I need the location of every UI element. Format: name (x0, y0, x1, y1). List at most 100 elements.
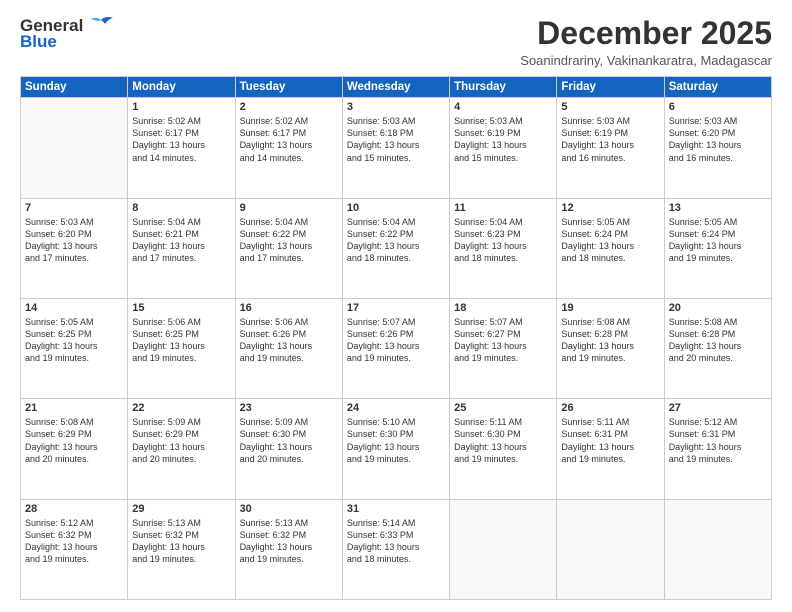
calendar-cell (664, 499, 771, 599)
day-number: 17 (347, 302, 445, 314)
day-number: 27 (669, 402, 767, 414)
day-info: Sunrise: 5:04 AM Sunset: 6:21 PM Dayligh… (132, 216, 230, 265)
day-info: Sunrise: 5:08 AM Sunset: 6:28 PM Dayligh… (669, 316, 767, 365)
day-header-friday: Friday (557, 77, 664, 98)
day-number: 30 (240, 503, 338, 515)
calendar-header-row: SundayMondayTuesdayWednesdayThursdayFrid… (21, 77, 772, 98)
calendar-cell: 23 Sunrise: 5:09 AM Sunset: 6:30 PM Dayli… (235, 399, 342, 499)
day-number: 8 (132, 202, 230, 214)
day-number: 21 (25, 402, 123, 414)
calendar-cell: 30 Sunrise: 5:13 AM Sunset: 6:32 PM Dayli… (235, 499, 342, 599)
day-info: Sunrise: 5:14 AM Sunset: 6:33 PM Dayligh… (347, 517, 445, 566)
page: General Blue December 2025 Soanindrariny… (0, 0, 792, 612)
title-block: December 2025 Soanindrariny, Vakinankara… (520, 16, 772, 68)
calendar-cell: 18 Sunrise: 5:07 AM Sunset: 6:27 PM Dayli… (450, 298, 557, 398)
day-number: 24 (347, 402, 445, 414)
day-number: 26 (561, 402, 659, 414)
calendar-cell: 1 Sunrise: 5:02 AM Sunset: 6:17 PM Daylig… (128, 98, 235, 198)
day-number: 18 (454, 302, 552, 314)
calendar-cell: 2 Sunrise: 5:02 AM Sunset: 6:17 PM Daylig… (235, 98, 342, 198)
day-info: Sunrise: 5:03 AM Sunset: 6:20 PM Dayligh… (669, 115, 767, 164)
calendar-cell: 7 Sunrise: 5:03 AM Sunset: 6:20 PM Daylig… (21, 198, 128, 298)
day-info: Sunrise: 5:07 AM Sunset: 6:26 PM Dayligh… (347, 316, 445, 365)
day-info: Sunrise: 5:12 AM Sunset: 6:31 PM Dayligh… (669, 416, 767, 465)
calendar-cell: 6 Sunrise: 5:03 AM Sunset: 6:20 PM Daylig… (664, 98, 771, 198)
day-info: Sunrise: 5:03 AM Sunset: 6:19 PM Dayligh… (561, 115, 659, 164)
day-number: 1 (132, 101, 230, 113)
calendar-cell: 10Sunrise: 5:04 AM Sunset: 6:22 PM Dayli… (342, 198, 449, 298)
day-number: 9 (240, 202, 338, 214)
day-info: Sunrise: 5:08 AM Sunset: 6:28 PM Dayligh… (561, 316, 659, 365)
day-info: Sunrise: 5:12 AM Sunset: 6:32 PM Dayligh… (25, 517, 123, 566)
logo-bird-icon (87, 16, 115, 36)
day-number: 22 (132, 402, 230, 414)
calendar-cell: 8 Sunrise: 5:04 AM Sunset: 6:21 PM Daylig… (128, 198, 235, 298)
calendar-cell: 15Sunrise: 5:06 AM Sunset: 6:25 PM Dayli… (128, 298, 235, 398)
day-info: Sunrise: 5:04 AM Sunset: 6:22 PM Dayligh… (240, 216, 338, 265)
day-info: Sunrise: 5:04 AM Sunset: 6:23 PM Dayligh… (454, 216, 552, 265)
calendar-cell: 14Sunrise: 5:05 AM Sunset: 6:25 PM Dayli… (21, 298, 128, 398)
day-info: Sunrise: 5:10 AM Sunset: 6:30 PM Dayligh… (347, 416, 445, 465)
day-info: Sunrise: 5:09 AM Sunset: 6:30 PM Dayligh… (240, 416, 338, 465)
day-header-wednesday: Wednesday (342, 77, 449, 98)
calendar-week-row: 28Sunrise: 5:12 AM Sunset: 6:32 PM Dayli… (21, 499, 772, 599)
month-title: December 2025 (520, 16, 772, 51)
day-number: 3 (347, 101, 445, 113)
day-number: 6 (669, 101, 767, 113)
day-number: 29 (132, 503, 230, 515)
day-info: Sunrise: 5:11 AM Sunset: 6:30 PM Dayligh… (454, 416, 552, 465)
day-header-tuesday: Tuesday (235, 77, 342, 98)
calendar-cell: 28Sunrise: 5:12 AM Sunset: 6:32 PM Dayli… (21, 499, 128, 599)
day-number: 23 (240, 402, 338, 414)
calendar-cell: 25 Sunrise: 5:11 AM Sunset: 6:30 PM Dayli… (450, 399, 557, 499)
calendar-cell: 3 Sunrise: 5:03 AM Sunset: 6:18 PM Daylig… (342, 98, 449, 198)
day-info: Sunrise: 5:13 AM Sunset: 6:32 PM Dayligh… (240, 517, 338, 566)
day-number: 20 (669, 302, 767, 314)
day-info: Sunrise: 5:13 AM Sunset: 6:32 PM Dayligh… (132, 517, 230, 566)
calendar-body: 1 Sunrise: 5:02 AM Sunset: 6:17 PM Daylig… (21, 98, 772, 600)
day-header-saturday: Saturday (664, 77, 771, 98)
day-number: 10 (347, 202, 445, 214)
calendar-cell: 11Sunrise: 5:04 AM Sunset: 6:23 PM Dayli… (450, 198, 557, 298)
subtitle: Soanindrariny, Vakinankaratra, Madagasca… (520, 53, 772, 68)
day-number: 4 (454, 101, 552, 113)
day-info: Sunrise: 5:09 AM Sunset: 6:29 PM Dayligh… (132, 416, 230, 465)
calendar-cell: 12Sunrise: 5:05 AM Sunset: 6:24 PM Dayli… (557, 198, 664, 298)
calendar-table: SundayMondayTuesdayWednesdayThursdayFrid… (20, 76, 772, 600)
day-info: Sunrise: 5:02 AM Sunset: 6:17 PM Dayligh… (132, 115, 230, 164)
calendar-week-row: 7 Sunrise: 5:03 AM Sunset: 6:20 PM Daylig… (21, 198, 772, 298)
calendar-cell: 4 Sunrise: 5:03 AM Sunset: 6:19 PM Daylig… (450, 98, 557, 198)
calendar-cell: 16Sunrise: 5:06 AM Sunset: 6:26 PM Dayli… (235, 298, 342, 398)
day-info: Sunrise: 5:11 AM Sunset: 6:31 PM Dayligh… (561, 416, 659, 465)
calendar-cell: 19 Sunrise: 5:08 AM Sunset: 6:28 PM Dayli… (557, 298, 664, 398)
calendar-cell: 27 Sunrise: 5:12 AM Sunset: 6:31 PM Dayli… (664, 399, 771, 499)
day-info: Sunrise: 5:03 AM Sunset: 6:18 PM Dayligh… (347, 115, 445, 164)
calendar-cell: 13Sunrise: 5:05 AM Sunset: 6:24 PM Dayli… (664, 198, 771, 298)
calendar-cell: 21Sunrise: 5:08 AM Sunset: 6:29 PM Dayli… (21, 399, 128, 499)
day-info: Sunrise: 5:02 AM Sunset: 6:17 PM Dayligh… (240, 115, 338, 164)
calendar-cell (557, 499, 664, 599)
day-info: Sunrise: 5:03 AM Sunset: 6:19 PM Dayligh… (454, 115, 552, 164)
calendar-cell: 26 Sunrise: 5:11 AM Sunset: 6:31 PM Dayli… (557, 399, 664, 499)
day-info: Sunrise: 5:06 AM Sunset: 6:26 PM Dayligh… (240, 316, 338, 365)
calendar-week-row: 21Sunrise: 5:08 AM Sunset: 6:29 PM Dayli… (21, 399, 772, 499)
calendar-cell (450, 499, 557, 599)
calendar-cell: 24 Sunrise: 5:10 AM Sunset: 6:30 PM Dayli… (342, 399, 449, 499)
day-number: 5 (561, 101, 659, 113)
day-info: Sunrise: 5:06 AM Sunset: 6:25 PM Dayligh… (132, 316, 230, 365)
calendar-cell: 5 Sunrise: 5:03 AM Sunset: 6:19 PM Daylig… (557, 98, 664, 198)
day-number: 19 (561, 302, 659, 314)
day-number: 2 (240, 101, 338, 113)
calendar-cell: 17 Sunrise: 5:07 AM Sunset: 6:26 PM Dayli… (342, 298, 449, 398)
logo: General Blue (20, 16, 115, 52)
day-info: Sunrise: 5:07 AM Sunset: 6:27 PM Dayligh… (454, 316, 552, 365)
day-info: Sunrise: 5:05 AM Sunset: 6:24 PM Dayligh… (669, 216, 767, 265)
day-info: Sunrise: 5:03 AM Sunset: 6:20 PM Dayligh… (25, 216, 123, 265)
header: General Blue December 2025 Soanindrariny… (20, 16, 772, 68)
day-number: 7 (25, 202, 123, 214)
day-number: 31 (347, 503, 445, 515)
calendar-cell: 9 Sunrise: 5:04 AM Sunset: 6:22 PM Daylig… (235, 198, 342, 298)
day-number: 25 (454, 402, 552, 414)
day-number: 14 (25, 302, 123, 314)
calendar-cell: 20 Sunrise: 5:08 AM Sunset: 6:28 PM Dayli… (664, 298, 771, 398)
